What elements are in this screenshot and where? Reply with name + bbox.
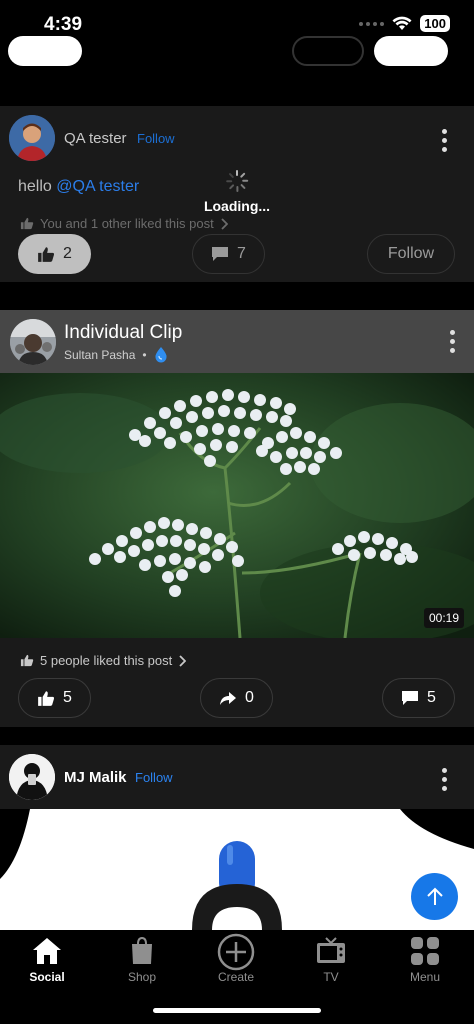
likes-summary[interactable]: You and 1 other liked this post bbox=[20, 216, 228, 231]
previous-post-remnant bbox=[0, 36, 474, 106]
likes-summary-text: 5 people liked this post bbox=[40, 653, 173, 668]
post-card: Individual Clip Sultan Pasha • 00:19 5 p… bbox=[0, 310, 474, 727]
tab-tv[interactable]: TV bbox=[291, 936, 371, 984]
arrow-up-icon bbox=[426, 887, 443, 905]
scroll-to-top-button[interactable] bbox=[411, 873, 458, 920]
tab-label: Create bbox=[217, 970, 255, 984]
like-count: 5 bbox=[63, 689, 72, 706]
comment-icon bbox=[212, 247, 229, 261]
video-thumbnail[interactable]: 00:19 bbox=[0, 373, 474, 638]
thumbs-up-icon bbox=[38, 246, 55, 262]
chevron-right-icon bbox=[179, 654, 187, 667]
previous-post-button[interactable] bbox=[8, 36, 82, 66]
status-indicators: 100 bbox=[359, 15, 450, 32]
thumbs-up-icon bbox=[38, 690, 55, 706]
post-text-body: hello bbox=[18, 178, 57, 195]
loading-spinner-icon bbox=[226, 170, 249, 192]
comment-button[interactable]: 7 bbox=[192, 234, 265, 274]
home-indicator[interactable] bbox=[153, 1008, 321, 1013]
chevron-right-icon bbox=[221, 217, 228, 230]
tab-create[interactable]: Create bbox=[196, 933, 276, 984]
likes-summary[interactable]: 5 people liked this post bbox=[20, 653, 187, 668]
grid-icon bbox=[411, 937, 439, 965]
comment-icon bbox=[402, 691, 419, 705]
video-duration: 00:19 bbox=[423, 608, 464, 628]
more-options-icon[interactable] bbox=[449, 330, 455, 353]
loading-indicator: Loading... bbox=[200, 170, 274, 214]
thumbs-up-icon bbox=[20, 654, 34, 667]
feed-divider bbox=[0, 727, 474, 745]
comment-count: 7 bbox=[237, 245, 246, 262]
like-count: 2 bbox=[63, 245, 72, 262]
post-subtitle: Sultan Pasha • bbox=[64, 346, 168, 363]
comment-button[interactable]: 5 bbox=[382, 678, 455, 718]
post-author-name[interactable]: QA tester bbox=[64, 130, 127, 147]
post-author-name[interactable]: Sultan Pasha bbox=[64, 348, 135, 362]
previous-post-button[interactable] bbox=[292, 36, 364, 66]
like-button[interactable]: 5 bbox=[18, 678, 91, 718]
follow-link[interactable]: Follow bbox=[135, 770, 173, 785]
share-arrow-icon bbox=[220, 691, 237, 705]
feed-divider bbox=[0, 282, 474, 310]
tab-label: Shop bbox=[127, 970, 157, 984]
share-count: 0 bbox=[245, 689, 254, 706]
thumbs-up-icon bbox=[20, 217, 34, 230]
likes-summary-text: You and 1 other liked this post bbox=[40, 216, 214, 231]
post-header: Individual Clip Sultan Pasha • bbox=[0, 310, 474, 373]
tab-label: TV bbox=[323, 970, 339, 984]
previous-post-button[interactable] bbox=[374, 36, 448, 66]
post-text: hello @QA tester bbox=[18, 178, 139, 196]
follow-link[interactable]: Follow bbox=[137, 131, 175, 146]
shopping-bag-icon bbox=[132, 936, 152, 964]
tab-menu[interactable]: Menu bbox=[385, 936, 465, 984]
comment-count: 5 bbox=[427, 689, 436, 706]
avatar[interactable] bbox=[10, 319, 56, 365]
post-card: MJ Malik Follow bbox=[0, 745, 474, 930]
home-icon bbox=[33, 938, 61, 964]
tab-social[interactable]: Social bbox=[7, 936, 87, 984]
follow-button[interactable]: Follow bbox=[367, 234, 455, 274]
follow-button-label: Follow bbox=[387, 245, 435, 262]
tab-shop[interactable]: Shop bbox=[102, 936, 182, 984]
user-mention-link[interactable]: @QA tester bbox=[56, 178, 139, 195]
tab-label: Menu bbox=[409, 970, 441, 984]
avatar[interactable] bbox=[9, 754, 55, 800]
wifi-icon bbox=[392, 16, 412, 30]
tab-label: Social bbox=[29, 970, 65, 984]
avatar[interactable] bbox=[9, 115, 55, 161]
battery-indicator: 100 bbox=[420, 15, 450, 32]
more-options-icon[interactable] bbox=[441, 768, 447, 791]
post-image[interactable] bbox=[0, 809, 474, 930]
more-options-icon[interactable] bbox=[441, 129, 447, 152]
share-button[interactable]: 0 bbox=[200, 678, 273, 718]
like-button[interactable]: 2 bbox=[18, 234, 91, 274]
loading-text: Loading... bbox=[203, 198, 271, 214]
post-title[interactable]: Individual Clip bbox=[64, 322, 182, 344]
tv-icon bbox=[317, 937, 345, 963]
status-time: 4:39 bbox=[44, 14, 83, 35]
cellular-signal-icon bbox=[359, 21, 385, 26]
separator-dot: • bbox=[142, 347, 147, 362]
post-author-name[interactable]: MJ Malik bbox=[64, 769, 127, 786]
drop-icon bbox=[155, 347, 167, 363]
plus-circle-icon bbox=[217, 933, 255, 971]
